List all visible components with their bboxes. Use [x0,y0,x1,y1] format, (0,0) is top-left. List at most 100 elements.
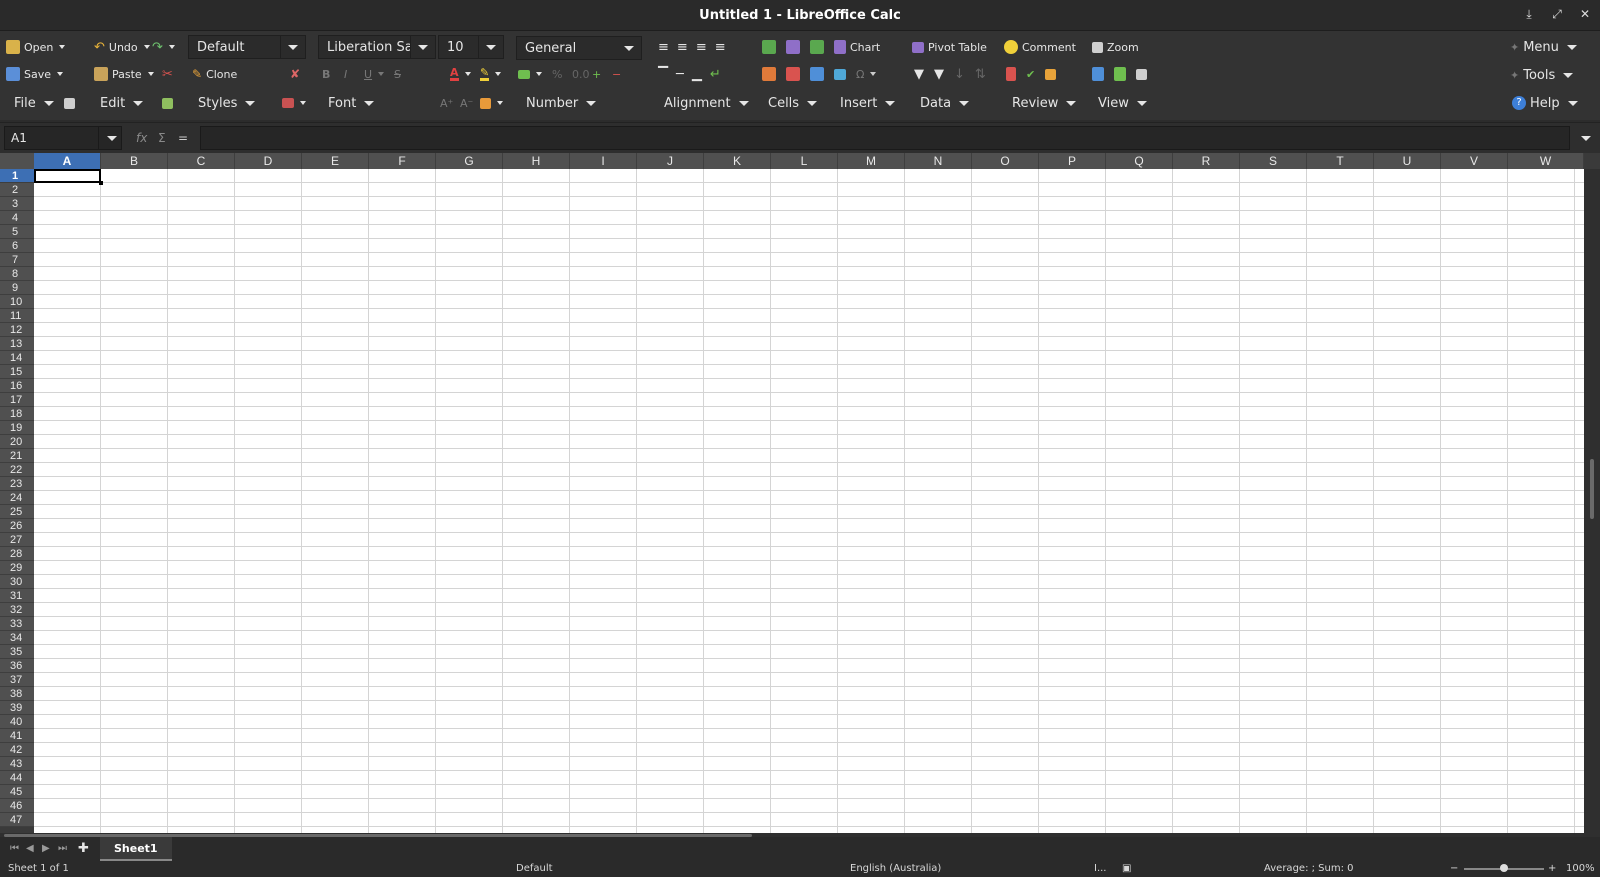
row-header-7[interactable]: 7 [0,253,34,267]
help-menu-button[interactable]: ? Help [1512,91,1578,115]
column-header-n[interactable]: N [905,153,972,169]
column-header-c[interactable]: C [168,153,235,169]
row-header-18[interactable]: 18 [0,407,34,421]
highlight-button[interactable]: ✎ [480,62,502,86]
row-header-20[interactable]: 20 [0,435,34,449]
name-box[interactable]: A1 [4,126,122,150]
language-status[interactable]: English (Australia) [850,863,941,874]
delete-columns-icon[interactable] [786,67,800,81]
row-header-28[interactable]: 28 [0,547,34,561]
font-color-button[interactable]: A [450,62,471,86]
delete-comment-icon[interactable] [1006,67,1016,81]
standard-filter-icon[interactable]: ▼ [934,67,944,82]
column-header-f[interactable]: F [369,153,436,169]
row-header-19[interactable]: 19 [0,421,34,435]
chevron-down-icon[interactable] [478,36,503,58]
column-header-d[interactable]: D [235,153,302,169]
column-header-u[interactable]: U [1374,153,1441,169]
save-button[interactable]: Save [6,62,64,86]
row-header-3[interactable]: 3 [0,197,34,211]
remove-decimal-button[interactable]: − [612,62,621,86]
merge-cells-icon[interactable] [810,40,824,54]
page-style[interactable]: Default [516,863,553,874]
align-justify-icon[interactable]: ≡ [715,40,726,55]
row-header-35[interactable]: 35 [0,645,34,659]
function-wizard-icon[interactable]: fx [136,131,147,145]
align-center-icon[interactable]: ≡ [677,40,688,55]
delete-rows-icon[interactable] [762,67,776,81]
edit-menu-button[interactable]: Edit [100,91,144,115]
maximize-icon[interactable]: ⤢ [1550,6,1564,22]
row-header-2[interactable]: 2 [0,183,34,197]
row-header-11[interactable]: 11 [0,309,34,323]
redo-button[interactable]: ↷ [152,35,175,59]
column-header-v[interactable]: V [1441,153,1508,169]
align-middle-icon[interactable]: ─ [676,67,684,82]
row-header-4[interactable]: 4 [0,211,34,225]
column-header-q[interactable]: Q [1106,153,1173,169]
column-header-k[interactable]: K [704,153,771,169]
row-header-12[interactable]: 12 [0,323,34,337]
view-menu-button[interactable]: View [1098,91,1147,115]
column-header-m[interactable]: M [838,153,905,169]
row-header-6[interactable]: 6 [0,239,34,253]
row-header-33[interactable]: 33 [0,617,34,631]
cells-menu-button[interactable]: Cells [768,91,818,115]
autofilter-icon[interactable]: ▼ [914,67,924,82]
column-header-b[interactable]: B [101,153,168,169]
zoom-in-icon[interactable]: + [1548,863,1556,874]
spellcheck-icon[interactable]: ✔ [1026,68,1035,81]
row-header-25[interactable]: 25 [0,505,34,519]
row-header-46[interactable]: 46 [0,799,34,813]
font-menu-button[interactable]: Font [328,91,375,115]
row-header-43[interactable]: 43 [0,757,34,771]
styles-menu-button[interactable]: Styles [198,91,256,115]
row-header-24[interactable]: 24 [0,491,34,505]
row-header-36[interactable]: 36 [0,659,34,673]
fill-handle[interactable] [99,181,103,185]
align-top-icon[interactable]: ▔ [658,67,668,82]
cell-area[interactable] [34,169,1584,833]
next-sheet-icon[interactable]: ▶ [42,843,50,854]
alignment-menu-button[interactable]: Alignment [664,91,749,115]
find-replace-button[interactable] [162,91,173,115]
row-header-41[interactable]: 41 [0,729,34,743]
style-combobox[interactable]: Default [188,35,306,59]
vertical-scrollbar[interactable] [1584,169,1600,833]
row-header-23[interactable]: 23 [0,477,34,491]
active-cell-cursor[interactable] [34,169,101,183]
row-header-39[interactable]: 39 [0,701,34,715]
insert-rows-icon[interactable] [762,40,776,54]
bold-button[interactable]: B [322,62,330,86]
selection-summary[interactable]: Average: ; Sum: 0 [1264,863,1354,874]
special-character-button[interactable]: Ω [856,62,877,86]
align-bottom-icon[interactable]: ▁ [692,67,702,82]
insert-menu-button[interactable]: Insert [840,91,896,115]
paste-button[interactable]: Paste [94,62,154,86]
row-header-17[interactable]: 17 [0,393,34,407]
data-menu-button[interactable]: Data [920,91,970,115]
lock-icon[interactable] [1045,68,1057,80]
zoom-percent[interactable]: 100% [1566,863,1595,874]
row-header-42[interactable]: 42 [0,743,34,757]
grow-font-button[interactable]: A⁺ [440,91,453,115]
column-header-j[interactable]: J [637,153,704,169]
row-header-1[interactable]: 1 [0,169,34,183]
chevron-down-icon[interactable] [280,36,305,58]
select-all-corner[interactable] [0,153,35,169]
sort-ascending-icon[interactable]: ↓ [954,67,965,82]
row-header-38[interactable]: 38 [0,687,34,701]
row-header-32[interactable]: 32 [0,603,34,617]
split-cells-icon[interactable] [810,67,824,81]
column-header-p[interactable]: P [1039,153,1106,169]
font-size-combobox[interactable]: 10 [438,35,504,59]
zoom-out-icon[interactable]: − [1450,863,1458,874]
formula-input[interactable] [200,126,1570,150]
number-menu-button[interactable]: Number [526,91,597,115]
previous-sheet-icon[interactable]: ◀ [26,843,34,854]
split-window-icon[interactable] [1114,67,1126,81]
insert-image-button[interactable] [834,62,846,86]
row-header-27[interactable]: 27 [0,533,34,547]
tools-menu-button[interactable]: ✦ Tools [1510,63,1574,87]
open-button[interactable]: Open [6,35,66,59]
